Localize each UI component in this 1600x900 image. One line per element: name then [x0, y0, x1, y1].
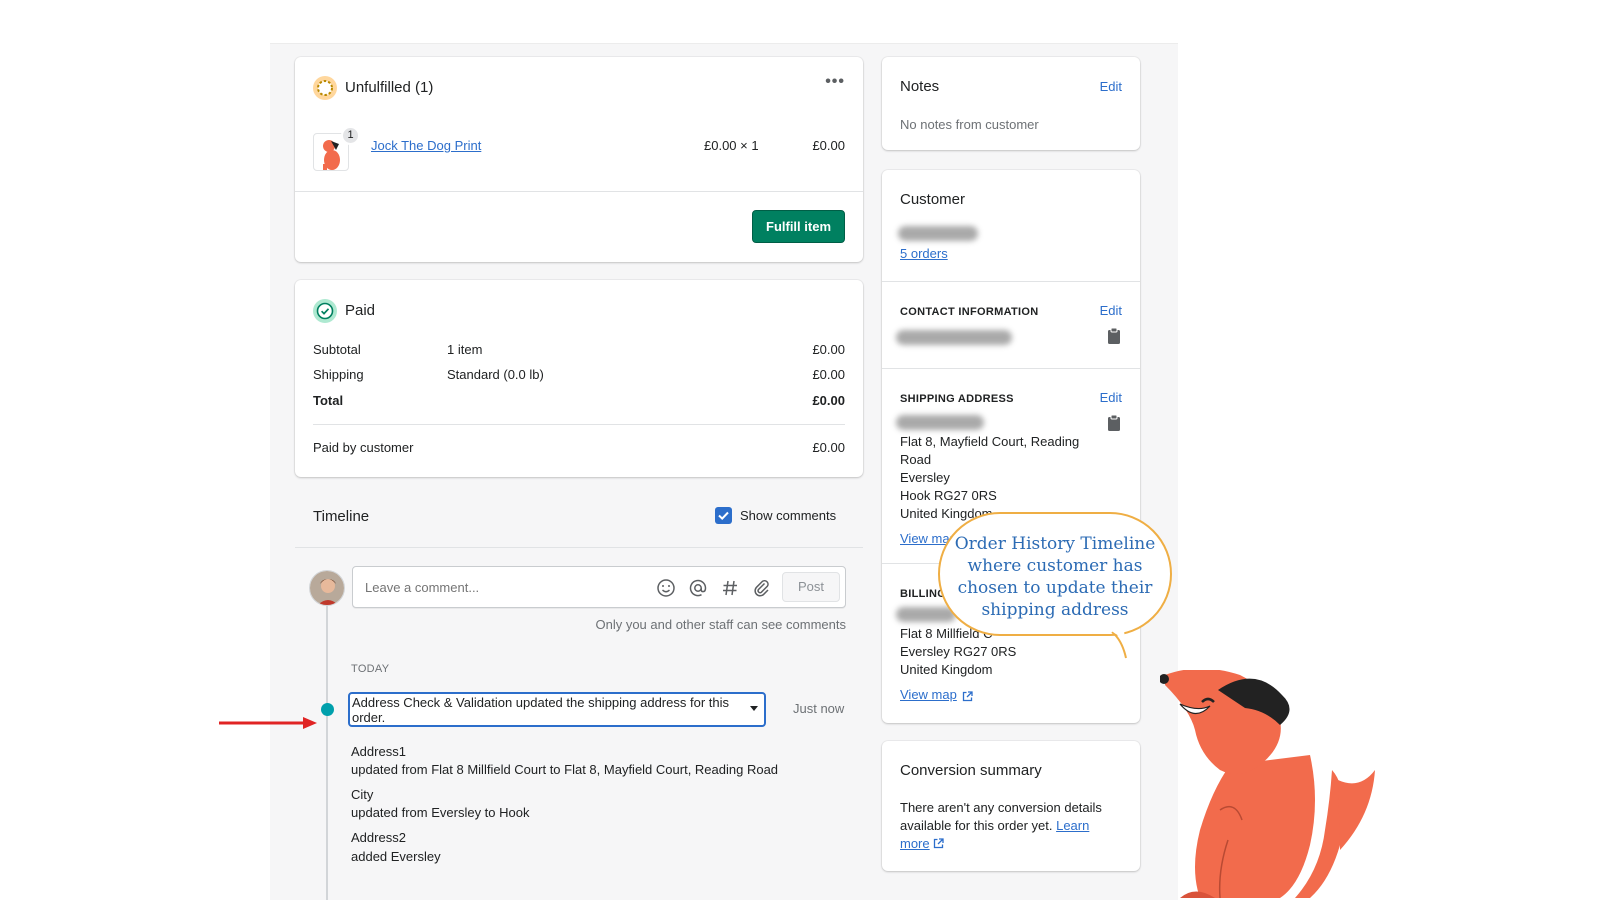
total-label: Total — [313, 393, 344, 408]
show-comments-label[interactable]: Show comments — [740, 508, 836, 523]
notes-title: Notes — [900, 78, 940, 95]
notes-text: No notes from customer — [900, 117, 1039, 132]
change-field: Address1 — [351, 744, 406, 759]
billing-view-map-link[interactable]: View map — [900, 687, 957, 702]
total-detail — [447, 393, 812, 408]
copy-icon[interactable] — [1107, 327, 1121, 349]
external-link-icon — [934, 838, 944, 849]
shipping-label: Shipping — [313, 367, 364, 382]
paid-by-row: Paid by customer £0.00 — [313, 440, 845, 455]
shipping-address-heading: SHIPPING ADDRESS — [900, 393, 1014, 405]
day-label: TODAY — [351, 663, 390, 675]
paid-status-icon — [312, 298, 338, 324]
timeline-divider — [295, 547, 863, 548]
unfulfilled-card: Unfulfilled (1) ••• 1 Jock The Dog Print… — [295, 57, 863, 262]
comment-input[interactable] — [365, 577, 645, 597]
event-dot — [321, 703, 334, 716]
paid-by-amount: £0.00 — [812, 440, 845, 455]
line-total: £0.00 — [812, 138, 845, 153]
billing-name-redacted — [896, 607, 956, 622]
callout-tail — [1110, 630, 1127, 659]
customer-card: Customer 5 orders CONTACT INFORMATION Ed… — [882, 170, 1140, 723]
expand-caret-icon[interactable] — [750, 706, 758, 711]
shipping-line: Road — [900, 452, 932, 467]
customer-name-redacted — [898, 226, 978, 241]
divider — [313, 424, 845, 425]
paid-card: Paid Subtotal 1 item £0.00 Shipping Stan… — [295, 280, 863, 477]
annotation-arrow — [219, 717, 317, 729]
notes-card: Notes Edit No notes from customer — [882, 57, 1140, 150]
contact-edit-link[interactable]: Edit — [1100, 303, 1122, 318]
contact-email-redacted — [896, 330, 1012, 345]
change-detail: added Eversley — [351, 849, 441, 864]
change-detail: updated from Flat 8 Millfield Court to F… — [351, 762, 779, 777]
customer-title: Customer — [900, 191, 966, 208]
copy-icon[interactable] — [1107, 414, 1121, 436]
total-amount: £0.00 — [812, 393, 845, 408]
paid-title: Paid — [345, 302, 376, 319]
conversion-title: Conversion summary — [900, 762, 1042, 779]
attachment-icon[interactable] — [752, 578, 772, 603]
fulfill-item-button[interactable]: Fulfill item — [752, 210, 845, 243]
conversion-text: There aren't any conversion details avai… — [900, 799, 1122, 853]
staff-only-note: Only you and other staff can see comment… — [595, 617, 846, 632]
paid-by-label: Paid by customer — [313, 440, 414, 455]
shipping-name-redacted — [896, 415, 984, 430]
event-text: Address Check & Validation updated the s… — [352, 695, 729, 725]
quantity-badge: 1 — [341, 126, 360, 145]
mention-icon[interactable] — [688, 578, 708, 603]
staff-avatar — [309, 570, 345, 606]
callout-text: Order History Timeline where customer ha… — [954, 534, 1156, 620]
divider — [882, 281, 1140, 282]
billing-line: United Kingdom — [900, 662, 993, 677]
contact-heading: CONTACT INFORMATION — [900, 306, 1039, 318]
dog-mascot-illustration — [1160, 670, 1375, 899]
shipping-detail: Standard (0.0 lb) — [447, 367, 544, 382]
hashtag-icon[interactable] — [720, 578, 740, 603]
annotation-callout: Order History Timeline where customer ha… — [938, 512, 1172, 636]
shipping-amount: £0.00 — [812, 367, 845, 382]
comment-box: Post — [352, 566, 846, 608]
unfulfilled-status-icon — [312, 75, 338, 101]
change-detail: updated from Eversley to Hook — [351, 805, 530, 820]
unit-price: £0.00 × 1 — [704, 138, 759, 153]
shipping-row: Shipping Standard (0.0 lb) £0.00 — [313, 367, 845, 382]
shipping-edit-link[interactable]: Edit — [1100, 390, 1122, 405]
learn-more-link-continued[interactable]: more — [900, 836, 930, 851]
emoji-icon[interactable] — [656, 578, 676, 603]
divider — [295, 191, 863, 192]
shipping-line: Hook RG27 0RS — [900, 488, 997, 503]
event-time: Just now — [793, 701, 845, 716]
shipping-line: Eversley — [900, 470, 950, 485]
post-button[interactable]: Post — [782, 572, 840, 602]
timeline-title: Timeline — [313, 508, 370, 525]
timeline-line — [326, 588, 328, 900]
total-row: Total £0.00 — [313, 393, 845, 408]
learn-more-link[interactable]: Learn — [1056, 818, 1089, 833]
change-field: Address2 — [351, 830, 406, 845]
subtotal-label: Subtotal — [313, 342, 361, 357]
customer-orders-link[interactable]: 5 orders — [900, 246, 948, 261]
unfulfilled-title: Unfulfilled (1) — [345, 79, 434, 96]
show-comments-checkbox[interactable] — [715, 507, 732, 524]
shipping-line: Flat 8, Mayfield Court, Reading — [900, 434, 1080, 449]
billing-line: Eversley RG27 0RS — [900, 644, 1017, 659]
subtotal-amount: £0.00 — [812, 342, 845, 357]
divider — [882, 368, 1140, 369]
more-actions-icon[interactable]: ••• — [825, 73, 845, 91]
conversion-summary-card: Conversion summary There aren't any conv… — [882, 741, 1140, 871]
product-link[interactable]: Jock The Dog Print — [371, 138, 481, 153]
order-page: Unfulfilled (1) ••• 1 Jock The Dog Print… — [270, 43, 1178, 900]
subtotal-row: Subtotal 1 item £0.00 — [313, 342, 845, 357]
change-field: City — [351, 787, 374, 802]
subtotal-detail: 1 item — [447, 342, 483, 357]
event-summary[interactable]: Address Check & Validation updated the s… — [348, 692, 766, 727]
external-link-icon — [962, 689, 973, 707]
notes-edit-link[interactable]: Edit — [1100, 79, 1122, 94]
